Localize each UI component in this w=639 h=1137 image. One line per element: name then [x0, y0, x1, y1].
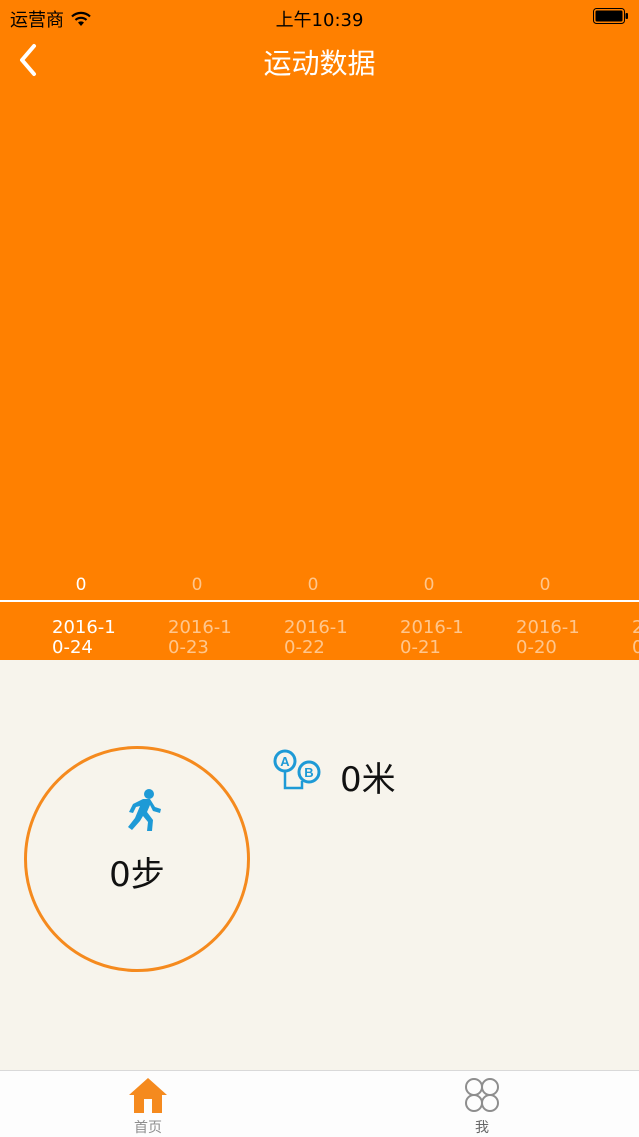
status-time: 上午10:39 [275, 10, 364, 31]
chart-value-label: 0 [191, 575, 203, 595]
chart-value-label: 0 [423, 575, 435, 595]
home-icon [129, 1078, 167, 1113]
chart-value-label: 0 [75, 575, 87, 595]
battery-icon [593, 8, 628, 24]
chart-value-label: 0 [307, 575, 319, 595]
chart-date-label[interactable]: 2016-1 0-22 [232, 618, 348, 658]
chart-axis-line [0, 600, 639, 602]
a-to-b-route-icon: A B [273, 749, 321, 790]
chart-value-label: 0 [539, 575, 551, 595]
chart-date-label[interactable]: 2016-1 0-23 [116, 618, 232, 658]
header-chart-area: 运营商 上午10:39 运动数据 0 0 0 0 0 2016-1 0-24 2016-1 … [0, 0, 639, 660]
status-bar: 运营商 上午10:39 [0, 0, 639, 34]
tab-home[interactable]: 首页 [88, 1071, 208, 1137]
steps-value: 0步 [109, 855, 165, 895]
navigation-bar: 运动数据 [0, 34, 639, 86]
chart-date-label[interactable]: 2016-1 0-24 [0, 618, 116, 658]
step-chart[interactable]: 0 0 0 0 0 2016-1 0-24 2016-1 0-23 2016-1 0-22 20… [0, 86, 639, 660]
tab-me-label: 我 [475, 1120, 489, 1136]
chart-date-label[interactable]: 2016-1 0-21 [348, 618, 464, 658]
svg-text:A: A [280, 754, 290, 769]
steps-circle: 0步 [24, 746, 250, 972]
tab-me[interactable]: 我 [422, 1071, 542, 1137]
tab-home-label: 首页 [134, 1120, 162, 1136]
clover-icon [465, 1078, 499, 1112]
chart-date-label[interactable]: 2 0 [580, 618, 639, 658]
chart-date-label[interactable]: 2016-1 0-20 [464, 618, 580, 658]
svg-text:B: B [304, 765, 313, 780]
running-person-icon [128, 789, 161, 831]
tab-bar: 首页 我 [0, 1070, 639, 1137]
page-title: 运动数据 [263, 47, 376, 80]
distance-value: 0米 [340, 760, 396, 800]
